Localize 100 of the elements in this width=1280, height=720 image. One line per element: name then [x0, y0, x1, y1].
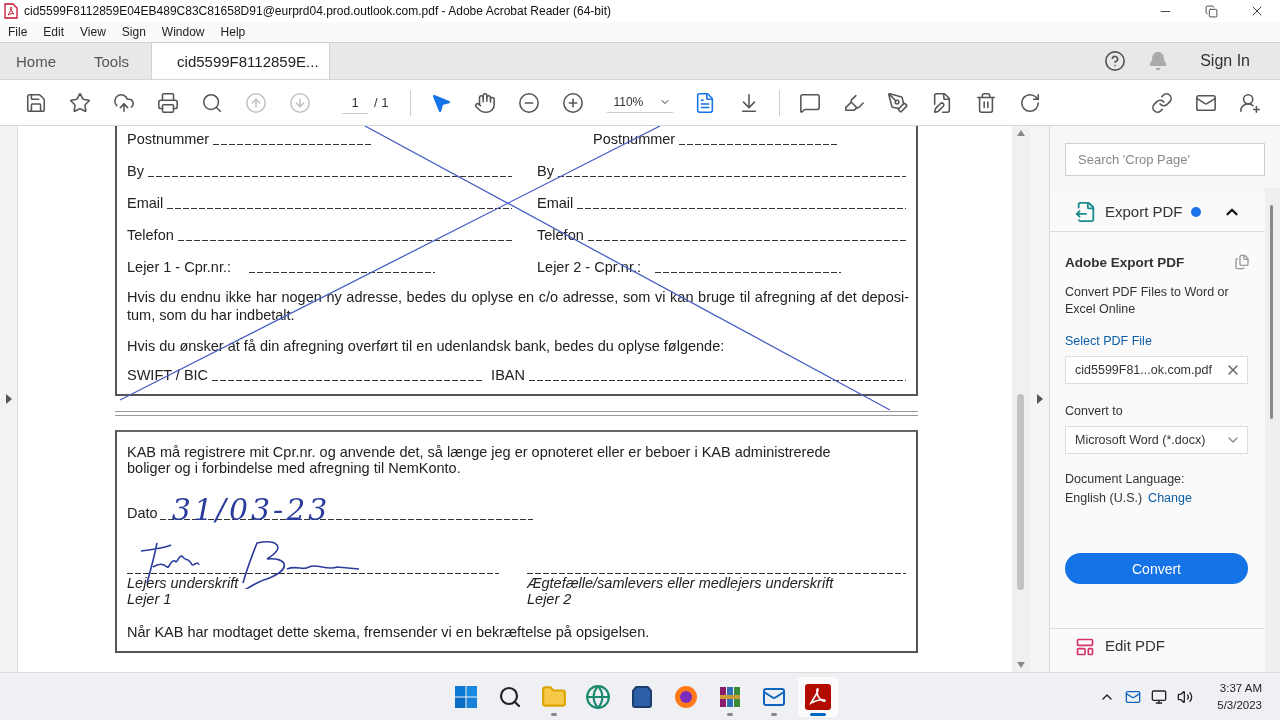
edit-layout-icon [1075, 637, 1095, 657]
confirmation-text: Når KAB har modtaget dette skema, fremsender vi en bekræftelse på opsigelsen. [127, 622, 651, 641]
field-label: By [127, 163, 144, 178]
field-label: By [537, 163, 554, 178]
sign-in-button[interactable]: Sign In [1198, 52, 1252, 70]
scrollbar-thumb[interactable] [1017, 394, 1024, 590]
tab[interactable]: Tools [78, 43, 144, 79]
archive-icon[interactable] [718, 685, 742, 709]
save-icon[interactable] [25, 91, 47, 114]
running-indicator [771, 713, 777, 716]
fill-in-line[interactable] [528, 380, 906, 381]
scroll-up-icon[interactable] [1017, 130, 1025, 136]
clear-icon[interactable] [1225, 362, 1241, 378]
mail-icon[interactable] [1125, 688, 1142, 705]
collapse-arrow-icon[interactable] [1036, 394, 1043, 404]
change-link[interactable]: Change [1148, 491, 1192, 505]
field-label: Telefon [127, 227, 174, 242]
signature-line[interactable] [527, 572, 906, 574]
globe-icon[interactable] [585, 684, 611, 710]
menu-item[interactable]: Sign [113, 25, 154, 39]
field-label: IBAN [491, 367, 525, 382]
signature-caption: Lejers underskrift [127, 574, 240, 591]
fill-in-line[interactable] [248, 272, 435, 273]
panel-heading: Adobe Export PDF [1065, 254, 1185, 270]
menu-item[interactable]: Help [212, 25, 254, 39]
tool-header[interactable]: Export PDF [1050, 192, 1265, 232]
fill-in-line[interactable] [147, 176, 512, 177]
tenant-label: Lejer 1 [127, 590, 173, 607]
fill-in-line[interactable] [212, 380, 483, 381]
link-icon[interactable] [1151, 91, 1173, 114]
browser-icon[interactable] [674, 685, 698, 709]
hand-icon[interactable] [474, 91, 497, 114]
signature-line[interactable] [127, 572, 499, 574]
window-title: cid5599F8112859E04EB489C83C81658D91@eurprd04.prod.outlook.com.pdf - Adobe Acrobat Reader (64-bit) [24, 4, 612, 18]
field-label: Document Language: [1065, 472, 1186, 486]
menu-item[interactable]: File [0, 25, 36, 39]
fill-in-line[interactable] [177, 240, 512, 241]
menu-item[interactable]: Edit [35, 25, 73, 39]
fill-in-line[interactable] [159, 518, 533, 520]
fill-in-line[interactable] [577, 208, 906, 209]
files-icon[interactable] [1234, 254, 1250, 270]
field-label: Convert to [1065, 404, 1124, 418]
printer-icon[interactable] [157, 91, 179, 114]
status-dot [1190, 206, 1201, 217]
trash-icon[interactable] [975, 91, 998, 114]
format-select[interactable]: Microsoft Word (*.docx) [1065, 426, 1248, 454]
fill-in-line[interactable] [587, 240, 906, 241]
add-user-icon[interactable] [1239, 91, 1261, 114]
fill-in-line[interactable] [213, 144, 372, 145]
tab[interactable]: cid5599F8112859E... [151, 43, 331, 79]
network-icon[interactable] [1151, 688, 1168, 705]
fill-in-line[interactable] [654, 272, 841, 273]
signature-caption: Ægtefælle/samlevers eller medlejers underskrift [527, 574, 835, 591]
volume-icon[interactable] [1177, 688, 1194, 705]
page-count: / 1 [374, 95, 389, 110]
field-label: Email [127, 195, 164, 210]
search-field[interactable]: Search 'Crop Page' [1065, 143, 1265, 176]
running-indicator [810, 713, 826, 716]
page-number-field[interactable]: 1 [342, 91, 368, 114]
fill-in-line[interactable] [679, 144, 838, 145]
pdf-file-icon [4, 3, 18, 19]
pen-icon[interactable] [887, 91, 910, 114]
comment-icon[interactable] [799, 91, 822, 114]
select-file-link[interactable]: Select PDF File [1065, 334, 1250, 348]
bag-icon[interactable] [630, 685, 654, 709]
star-icon[interactable] [69, 91, 91, 114]
search-icon[interactable] [498, 685, 522, 709]
expand-arrow-icon[interactable] [5, 394, 12, 404]
instruction-text: Hvis du ønsker at få din afregning overført til en udenlandsk bank, bedes du oplyse følgende: [127, 337, 726, 355]
zoom-out-icon[interactable] [518, 91, 541, 114]
help-icon[interactable] [1104, 50, 1127, 72]
rotate-icon[interactable] [1019, 91, 1042, 114]
file-field[interactable]: cid5599F81...ok.com.pdf [1065, 356, 1248, 384]
language-text: English (U.S.) [1065, 491, 1143, 505]
mail-icon[interactable] [762, 685, 786, 709]
running-indicator [727, 713, 733, 716]
field-label: Lejer 1 - Cpr.nr.: [127, 259, 231, 274]
tab[interactable]: Home [0, 43, 70, 79]
consent-text: KAB må registrere mit Cpr.nr. og anvende det, så længe jeg er opnoteret eller er beboer i KAB administrerede boliger og i forbindelse med afregning til NemKonto. [127, 444, 832, 476]
zoom-field[interactable]: 110% [607, 92, 674, 113]
restore-icon[interactable] [1204, 4, 1218, 18]
fill-in-line[interactable] [167, 208, 512, 209]
field-label: Postnummer [127, 131, 210, 146]
menu-item[interactable]: Window [153, 25, 213, 39]
pdf-app-icon[interactable] [805, 684, 831, 710]
zoom-in-icon[interactable] [562, 91, 585, 114]
scroll-down-icon[interactable] [1017, 662, 1025, 668]
running-indicator [551, 713, 557, 716]
start-icon[interactable] [455, 686, 477, 708]
search-icon[interactable] [201, 91, 223, 114]
menu-item[interactable]: View [72, 25, 114, 39]
cloud-upload-icon[interactable] [113, 91, 135, 114]
convert-button[interactable]: Convert [1065, 553, 1248, 584]
description-text: Convert PDF Files to Word or Excel Online [1065, 284, 1230, 318]
field-label: Dato [127, 506, 158, 521]
scrollbar[interactable] [1012, 126, 1030, 672]
clock-date: 5/3/2023 [1217, 697, 1262, 713]
fill-in-line[interactable] [557, 176, 906, 177]
tenant-label: Lejer 2 [527, 590, 572, 607]
scrollbar-thumb[interactable] [1270, 205, 1273, 419]
